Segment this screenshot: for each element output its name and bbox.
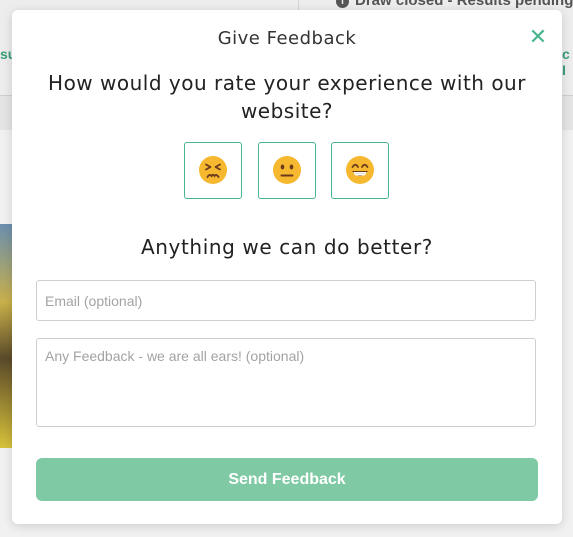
email-field[interactable] <box>36 280 536 321</box>
rating-question: How would you rate your experience with … <box>48 71 526 123</box>
background-status: i Draw closed - Results pending <box>336 0 573 9</box>
happy-face-icon <box>346 156 374 184</box>
feedback-textarea[interactable] <box>36 338 536 427</box>
unhappy-face-icon <box>199 156 227 184</box>
background-photo <box>0 224 12 448</box>
send-feedback-button[interactable]: Send Feedback <box>36 458 538 501</box>
info-icon: i <box>336 0 349 8</box>
modal-title: Give Feedback <box>217 28 357 49</box>
rating-unhappy-button[interactable] <box>184 142 242 199</box>
close-button[interactable]: ✕ <box>526 25 550 49</box>
improvement-question: Anything we can do better? <box>140 235 434 259</box>
feedback-modal: Give Feedback ✕ How would you rate your … <box>12 10 562 524</box>
background-status-text: Draw closed - Results pending <box>355 0 573 9</box>
rating-happy-button[interactable] <box>331 142 389 199</box>
neutral-face-icon <box>273 156 301 184</box>
background-link-right: c I <box>562 46 570 78</box>
rating-neutral-button[interactable] <box>258 142 316 199</box>
